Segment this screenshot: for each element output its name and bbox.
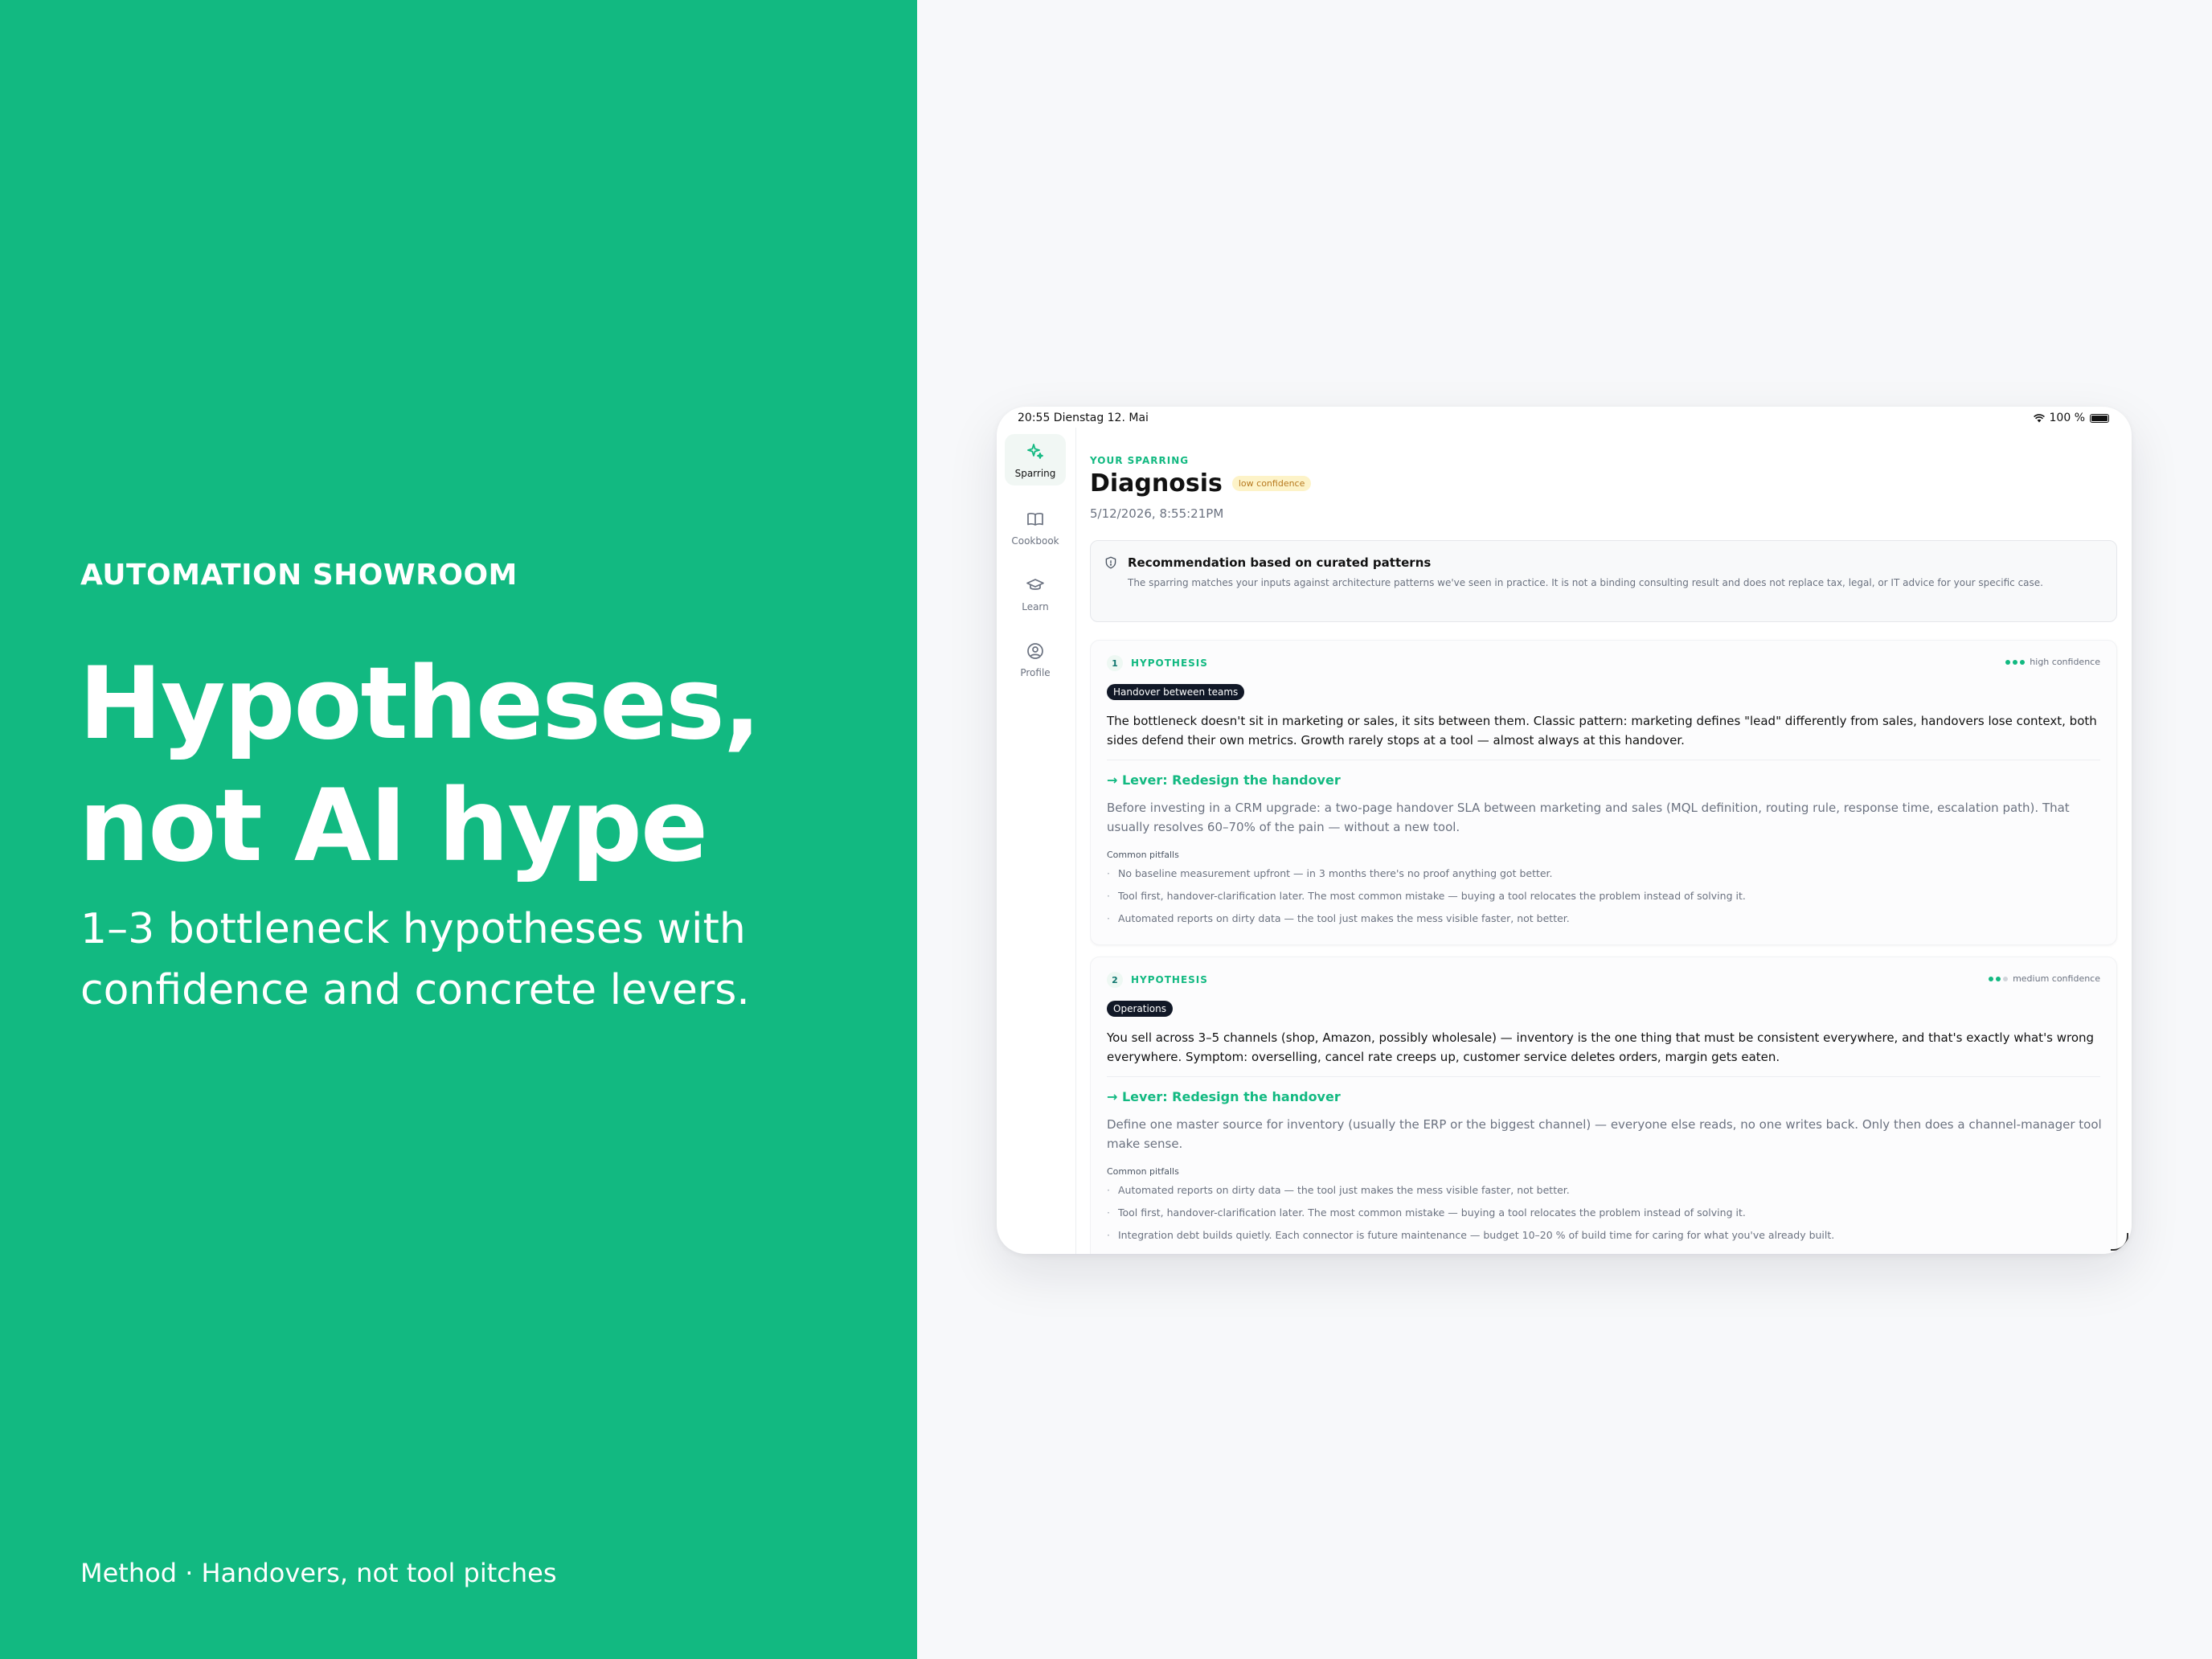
graduation-cap-icon [1026, 579, 1044, 590]
arrow-right-icon: → [1107, 1089, 1122, 1104]
list-item: Automated reports on dirty data — the to… [1107, 1179, 2095, 1202]
hypothesis-header: 2 HYPOTHESIS [1107, 972, 1208, 988]
sidebar-item-sparring[interactable]: Sparring [1005, 434, 1066, 485]
main-content: YOUR SPARRING Diagnosis low confidence 5… [1090, 428, 2119, 1254]
hero-subtitle: 1–3 bottleneck hypotheses with confidenc… [80, 905, 750, 1014]
book-icon [1027, 512, 1043, 526]
confidence-dots [2005, 659, 2026, 665]
category-tag: Operations [1107, 1001, 1173, 1017]
confidence-badge: low confidence [1231, 476, 1312, 491]
list-item: No baseline measurement upfront — in 3 m… [1107, 862, 2095, 885]
confidence-dots [1989, 976, 2009, 981]
pitfalls-heading: Common pitfalls [1107, 1166, 1179, 1177]
wifi-icon [2033, 413, 2045, 422]
hypothesis-card: 1 HYPOTHESIS high confidence Handover be… [1090, 640, 2117, 945]
hypothesis-description: You sell across 3–5 channels (shop, Amaz… [1107, 1030, 2095, 1064]
sidebar-item-label: Sparring [1014, 468, 1056, 479]
confidence-indicator: medium confidence [1989, 973, 2100, 984]
resize-corner [2111, 1233, 2128, 1251]
hypothesis-description: The bottleneck doesn't sit in marketing … [1107, 714, 2097, 748]
eyebrow-label: AUTOMATION SHOWROOM [80, 559, 518, 592]
user-circle-icon [1027, 643, 1043, 659]
headline: Hypotheses, not AI hype [79, 643, 761, 887]
hypothesis-header: 1 HYPOTHESIS [1107, 655, 1208, 671]
list-item: Tool first, handover-clarification later… [1107, 885, 2095, 907]
tablet-screenshot: 20:55 Dienstag 12. Mai 100 % Sparring Co… [997, 407, 2132, 1254]
lever-description: Define one master source for inventory (… [1107, 1117, 2102, 1151]
status-time-date: 20:55 Dienstag 12. Mai [1018, 412, 1149, 424]
hypothesis-number: 2 [1107, 972, 1123, 988]
sidebar-item-label: Profile [1020, 667, 1051, 678]
sidebar-item-label: Learn [1022, 601, 1049, 612]
pitfalls-list: No baseline measurement upfront — in 3 m… [1107, 862, 2095, 930]
sidebar: Sparring Cookbook Learn Profile [997, 428, 1076, 1254]
list-item: Automated reports on dirty data — the to… [1107, 907, 2095, 930]
notice-body: The sparring matches your inputs against… [1128, 577, 2043, 588]
page-title: Diagnosis [1090, 469, 1223, 498]
pitfalls-list: Automated reports on dirty data — the to… [1107, 1179, 2095, 1247]
lever-link[interactable]: → Lever: Redesign the handover [1107, 772, 1341, 788]
confidence-indicator: high confidence [2005, 657, 2100, 667]
lever-label: Lever: Redesign the handover [1121, 1089, 1341, 1104]
headline-line-2: not AI hype [79, 768, 708, 884]
sparkles-icon [1027, 444, 1043, 459]
hero-panel: AUTOMATION SHOWROOM Hypotheses, not AI h… [0, 0, 917, 1659]
hypothesis-label: HYPOTHESIS [1131, 974, 1208, 985]
hero-footer: Method · Handovers, not tool pitches [80, 1558, 557, 1588]
sidebar-item-cookbook[interactable]: Cookbook [1005, 502, 1066, 553]
confidence-label: high confidence [2030, 657, 2100, 667]
lever-link[interactable]: → Lever: Redesign the handover [1107, 1089, 1341, 1104]
hypothesis-number: 1 [1107, 655, 1123, 671]
list-item: Integration debt builds quietly. Each co… [1107, 1224, 2095, 1247]
title-row: Diagnosis low confidence [1090, 469, 1312, 498]
sidebar-item-label: Cookbook [1011, 535, 1059, 547]
status-right: 100 % [2033, 412, 2109, 424]
hypothesis-card: 2 HYPOTHESIS medium confidence Operation… [1090, 956, 2117, 1254]
sidebar-item-profile[interactable]: Profile [1005, 633, 1066, 685]
divider [1107, 1076, 2100, 1077]
sidebar-item-learn[interactable]: Learn [1005, 567, 1066, 619]
arrow-right-icon: → [1107, 772, 1122, 788]
status-bar: 20:55 Dienstag 12. Mai 100 % [997, 407, 2132, 428]
diagnosis-date: 5/12/2026, 8:55:21PM [1090, 506, 1224, 521]
lever-description: Before investing in a CRM upgrade: a two… [1107, 801, 2070, 834]
battery-icon [2090, 413, 2109, 423]
hypothesis-label: HYPOTHESIS [1131, 657, 1208, 669]
list-item: Tool first, handover-clarification later… [1107, 1202, 2095, 1224]
pitfalls-heading: Common pitfalls [1107, 850, 1179, 860]
headline-line-1: Hypotheses, [79, 646, 761, 762]
section-kicker: YOUR SPARRING [1090, 455, 1190, 466]
shield-icon [1105, 556, 1116, 569]
notice-title: Recommendation based on curated patterns [1128, 555, 1432, 570]
disclaimer-notice: Recommendation based on curated patterns… [1090, 540, 2117, 622]
lever-label: Lever: Redesign the handover [1121, 772, 1341, 788]
confidence-label: medium confidence [2013, 973, 2100, 984]
battery-label: 100 % [2049, 412, 2085, 424]
category-tag: Handover between teams [1107, 684, 1245, 700]
